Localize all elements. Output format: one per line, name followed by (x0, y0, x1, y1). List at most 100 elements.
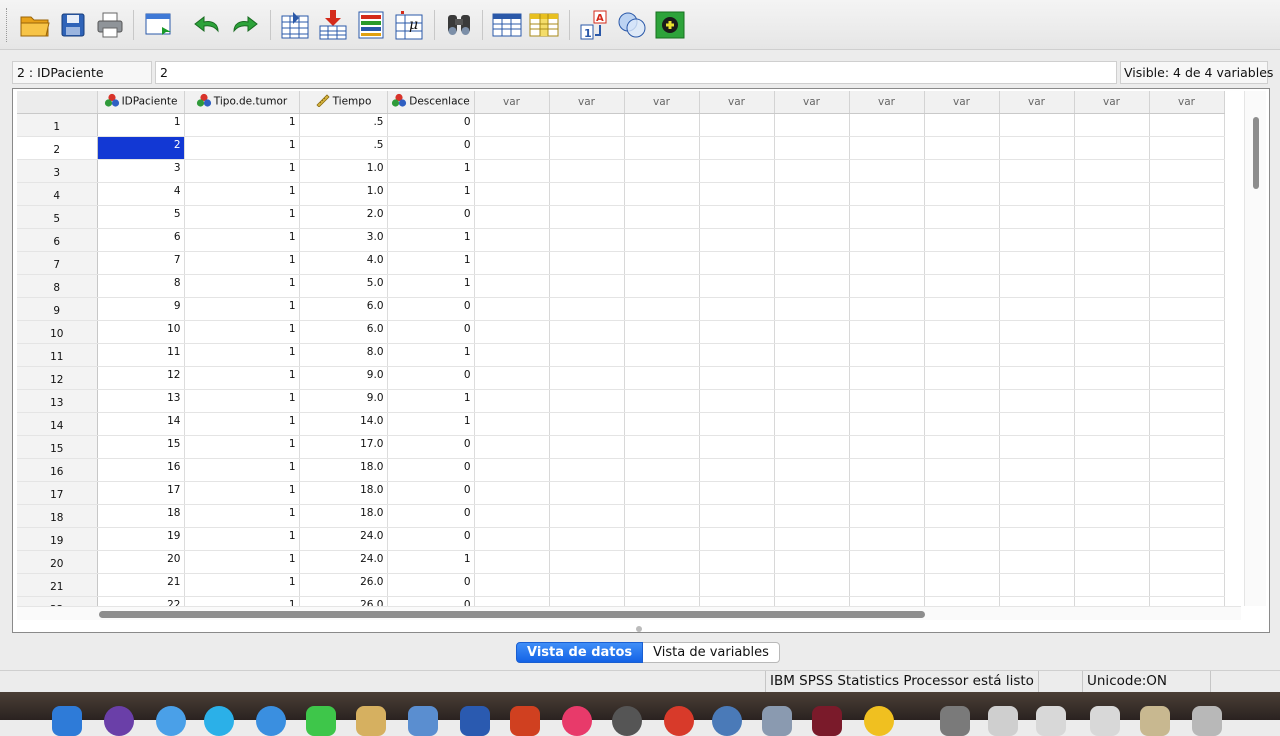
empty-cell[interactable] (924, 228, 1000, 252)
empty-cell[interactable] (1149, 320, 1225, 344)
empty-cell[interactable] (624, 573, 700, 597)
sunflower-icon[interactable] (864, 706, 894, 736)
empty-cell[interactable] (474, 412, 550, 436)
data-cell[interactable]: 4 (97, 182, 185, 206)
data-cell[interactable]: 26.0 (299, 596, 388, 606)
empty-cell[interactable] (549, 297, 625, 321)
empty-cell[interactable] (999, 527, 1075, 551)
empty-cell[interactable] (624, 504, 700, 528)
data-cell[interactable]: 12 (97, 366, 185, 390)
run-descriptives-icon[interactable]: μ (392, 8, 426, 42)
empty-cell[interactable] (924, 274, 1000, 298)
music-icon[interactable] (562, 706, 592, 736)
empty-cell[interactable] (774, 596, 850, 606)
document-icon[interactable] (1140, 706, 1170, 736)
empty-cell[interactable] (624, 159, 700, 183)
empty-cell[interactable] (849, 136, 925, 160)
insert-variable-icon[interactable] (527, 8, 561, 42)
data-cell[interactable]: 1 (184, 504, 300, 528)
data-cell[interactable]: 17.0 (299, 435, 388, 459)
empty-cell[interactable] (1149, 159, 1225, 183)
data-cell[interactable]: 9.0 (299, 389, 388, 413)
empty-cell[interactable] (1074, 366, 1150, 390)
row-header[interactable]: 19 (17, 527, 98, 551)
data-cell[interactable]: 1.0 (299, 159, 388, 183)
column-header-empty-var[interactable]: var (849, 91, 925, 114)
column-header-idpaciente[interactable]: IDPaciente (97, 91, 185, 114)
empty-cell[interactable] (999, 481, 1075, 505)
data-cell[interactable]: 9.0 (299, 366, 388, 390)
data-cell[interactable]: 14.0 (299, 412, 388, 436)
data-cell[interactable]: 2 (97, 136, 185, 160)
empty-cell[interactable] (999, 435, 1075, 459)
data-cell[interactable]: 1 (184, 550, 300, 574)
empty-cell[interactable] (1074, 251, 1150, 275)
vertical-scrollbar[interactable] (1244, 91, 1266, 606)
settings-icon[interactable] (612, 706, 642, 736)
redo-icon[interactable] (228, 8, 262, 42)
data-cell[interactable]: 18.0 (299, 504, 388, 528)
empty-cell[interactable] (699, 481, 775, 505)
column-header-empty-var[interactable]: var (549, 91, 625, 114)
empty-cell[interactable] (699, 251, 775, 275)
toolbar-grip[interactable] (6, 8, 9, 42)
data-cell[interactable]: 7 (97, 251, 185, 275)
data-cell[interactable]: 1 (387, 182, 475, 206)
empty-cell[interactable] (474, 136, 550, 160)
empty-cell[interactable] (699, 113, 775, 137)
empty-cell[interactable] (774, 320, 850, 344)
empty-cell[interactable] (549, 458, 625, 482)
empty-cell[interactable] (1074, 481, 1150, 505)
empty-cell[interactable] (474, 182, 550, 206)
data-cell[interactable]: 0 (387, 504, 475, 528)
data-cell[interactable]: 6.0 (299, 297, 388, 321)
empty-cell[interactable] (849, 389, 925, 413)
empty-cell[interactable] (624, 343, 700, 367)
empty-cell[interactable] (1149, 228, 1225, 252)
empty-cell[interactable] (849, 274, 925, 298)
folder-icon[interactable] (940, 706, 970, 736)
empty-cell[interactable] (699, 389, 775, 413)
goto-case-icon[interactable] (278, 8, 312, 42)
empty-cell[interactable] (849, 481, 925, 505)
empty-cell[interactable] (999, 320, 1075, 344)
empty-cell[interactable] (999, 297, 1075, 321)
empty-cell[interactable] (549, 274, 625, 298)
empty-cell[interactable] (924, 205, 1000, 229)
empty-cell[interactable] (1074, 573, 1150, 597)
empty-cell[interactable] (624, 481, 700, 505)
data-cell[interactable]: 13 (97, 389, 185, 413)
splitter-handle[interactable] (636, 626, 642, 632)
empty-cell[interactable] (1074, 527, 1150, 551)
empty-cell[interactable] (849, 182, 925, 206)
empty-cell[interactable] (699, 504, 775, 528)
empty-cell[interactable] (924, 550, 1000, 574)
empty-cell[interactable] (849, 550, 925, 574)
data-cell[interactable]: 1.0 (299, 182, 388, 206)
row-header[interactable]: 10 (17, 320, 98, 344)
empty-cell[interactable] (624, 274, 700, 298)
empty-cell[interactable] (549, 389, 625, 413)
empty-cell[interactable] (1074, 435, 1150, 459)
empty-cell[interactable] (924, 320, 1000, 344)
empty-cell[interactable] (474, 596, 550, 606)
row-header[interactable]: 11 (17, 343, 98, 367)
empty-cell[interactable] (1074, 320, 1150, 344)
empty-cell[interactable] (624, 205, 700, 229)
row-header[interactable]: 12 (17, 366, 98, 390)
empty-cell[interactable] (924, 297, 1000, 321)
empty-cell[interactable] (774, 343, 850, 367)
row-header[interactable]: 2 (17, 136, 98, 160)
app-icon[interactable] (812, 706, 842, 736)
empty-cell[interactable] (1149, 343, 1225, 367)
empty-cell[interactable] (924, 596, 1000, 606)
appstore-icon[interactable] (156, 706, 186, 736)
row-header[interactable]: 18 (17, 504, 98, 528)
data-cell[interactable]: 21 (97, 573, 185, 597)
empty-cell[interactable] (774, 550, 850, 574)
empty-cell[interactable] (1074, 412, 1150, 436)
data-cell[interactable]: 1 (184, 113, 300, 137)
empty-cell[interactable] (999, 412, 1075, 436)
empty-cell[interactable] (999, 228, 1075, 252)
empty-cell[interactable] (774, 366, 850, 390)
